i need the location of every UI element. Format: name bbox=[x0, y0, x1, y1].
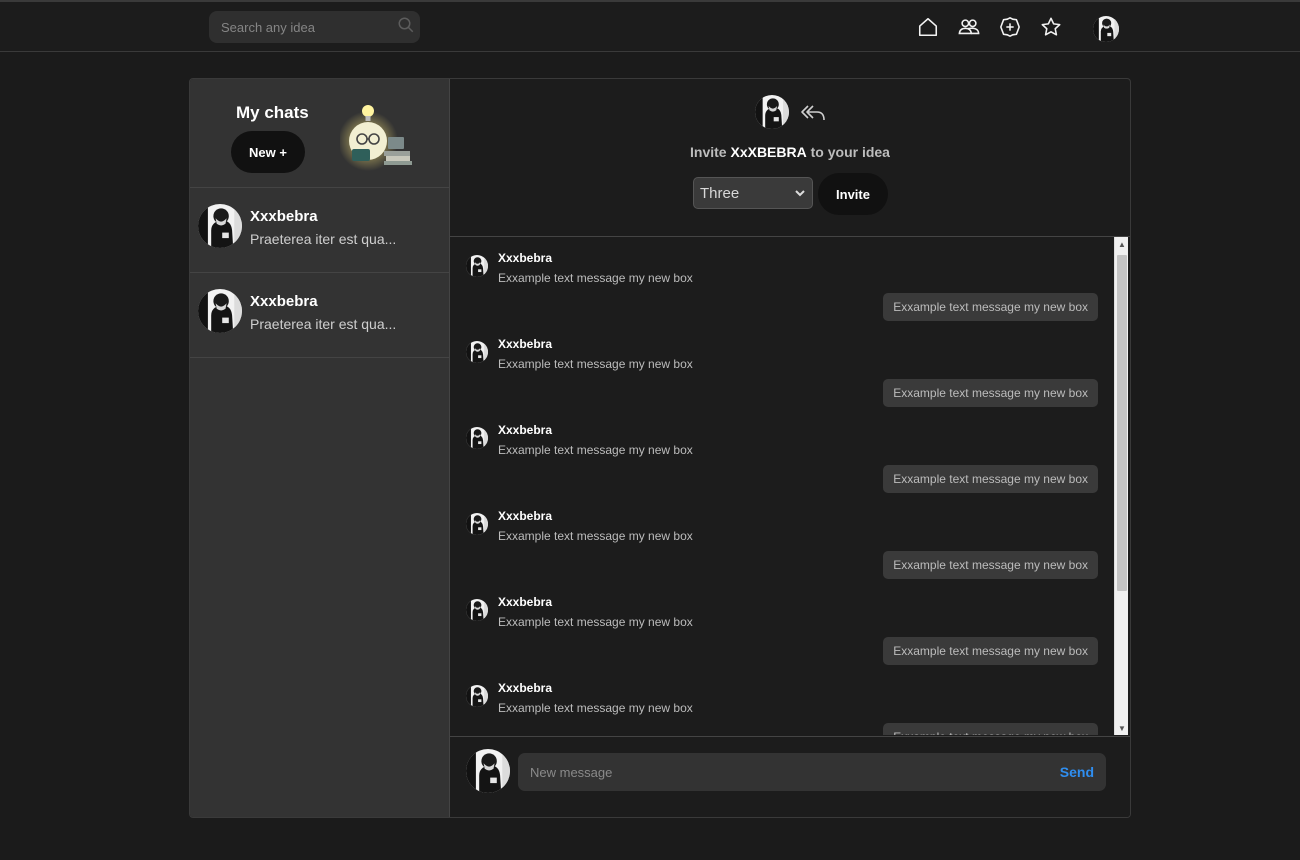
message-bubble: Exxample text message my new box bbox=[883, 379, 1098, 407]
search-bar[interactable] bbox=[209, 11, 420, 43]
top-navbar bbox=[0, 0, 1300, 52]
chat-preview: Praeterea iter est qua... bbox=[250, 231, 397, 247]
search-input[interactable] bbox=[221, 19, 397, 35]
chat-name: Xxxbebra bbox=[250, 293, 318, 310]
chat-preview: Praeterea iter est qua... bbox=[250, 316, 397, 332]
search-icon[interactable] bbox=[397, 16, 415, 39]
message-bubble: Exxample text message my new box bbox=[883, 723, 1098, 735]
chats-sidebar: My chats New + Xxxbebra Praeterea iter e… bbox=[190, 79, 450, 817]
incoming-message: Xxxbebra Exxample text message my new box bbox=[450, 495, 1114, 547]
my-chats-title: My chats bbox=[236, 103, 309, 122]
message-sender: Xxxbebra bbox=[498, 423, 553, 437]
message-sender: Xxxbebra bbox=[498, 251, 553, 265]
outgoing-message: Exxample text message my new box bbox=[450, 719, 1114, 735]
chat-list-item[interactable]: Xxxbebra Praeterea iter est qua... bbox=[190, 188, 449, 273]
message-text: Exxample text message my new box bbox=[498, 529, 693, 543]
message-list[interactable]: Xxxbebra Exxample text message my new box… bbox=[450, 237, 1130, 735]
incoming-message: Xxxbebra Exxample text message my new box bbox=[450, 237, 1114, 289]
message-avatar bbox=[466, 685, 488, 707]
chat-name: Xxxbebra bbox=[250, 208, 318, 225]
message-text: Exxample text message my new box bbox=[498, 443, 693, 457]
incoming-message: Xxxbebra Exxample text message my new box bbox=[450, 323, 1114, 375]
chat-avatar bbox=[198, 204, 242, 248]
message-text: Exxample text message my new box bbox=[498, 701, 693, 715]
message-avatar bbox=[466, 513, 488, 535]
star-icon[interactable] bbox=[1040, 16, 1062, 38]
message-text: Exxample text message my new box bbox=[498, 615, 693, 629]
add-circle-icon[interactable] bbox=[999, 16, 1021, 38]
chat-card: My chats New + Xxxbebra Praeterea iter e… bbox=[189, 78, 1131, 818]
message-avatar bbox=[466, 255, 488, 277]
profile-avatar[interactable] bbox=[1093, 16, 1119, 42]
scroll-down-arrow-icon[interactable]: ▼ bbox=[1115, 721, 1129, 735]
message-avatar bbox=[466, 427, 488, 449]
outgoing-message: Exxample text message my new box bbox=[450, 289, 1114, 323]
message-bubble: Exxample text message my new box bbox=[883, 551, 1098, 579]
message-list-inner: Xxxbebra Exxample text message my new box… bbox=[450, 237, 1114, 735]
outgoing-message: Exxample text message my new box bbox=[450, 461, 1114, 495]
message-text: Exxample text message my new box bbox=[498, 271, 693, 285]
chat-panel: Invite XxXBEBRA to your idea Three Invit… bbox=[450, 79, 1130, 817]
outgoing-message: Exxample text message my new box bbox=[450, 547, 1114, 581]
new-message-input[interactable] bbox=[530, 764, 1060, 780]
scroll-up-arrow-icon[interactable]: ▲ bbox=[1115, 237, 1129, 251]
idea-select[interactable]: Three bbox=[693, 177, 813, 209]
chevron-down-icon bbox=[795, 190, 805, 197]
message-sender: Xxxbebra bbox=[498, 595, 553, 609]
message-text: Exxample text message my new box bbox=[498, 357, 693, 371]
message-bubble: Exxample text message my new box bbox=[883, 465, 1098, 493]
invite-username: XxXBEBRA bbox=[730, 144, 807, 160]
incoming-message: Xxxbebra Exxample text message my new box bbox=[450, 409, 1114, 461]
incoming-message: Xxxbebra Exxample text message my new box bbox=[450, 581, 1114, 633]
reply-all-icon[interactable] bbox=[800, 103, 826, 123]
outgoing-message: Exxample text message my new box bbox=[450, 375, 1114, 409]
incoming-message: Xxxbebra Exxample text message my new box bbox=[450, 667, 1114, 719]
chat-list-item[interactable]: Xxxbebra Praeterea iter est qua... bbox=[190, 273, 449, 358]
invite-prefix: Invite bbox=[690, 144, 727, 160]
invite-text: Invite XxXBEBRA to your idea bbox=[450, 144, 1130, 160]
idea-select-value: Three bbox=[700, 184, 740, 202]
message-avatar bbox=[466, 599, 488, 621]
message-sender: Xxxbebra bbox=[498, 509, 553, 523]
message-bubble: Exxample text message my new box bbox=[883, 293, 1098, 321]
composer-avatar bbox=[466, 749, 510, 793]
message-bubble: Exxample text message my new box bbox=[883, 637, 1098, 665]
send-button[interactable]: Send bbox=[1060, 764, 1094, 780]
composer-field[interactable]: Send bbox=[518, 753, 1106, 791]
chat-avatar bbox=[198, 289, 242, 333]
users-icon[interactable] bbox=[958, 16, 980, 38]
message-composer: Send bbox=[450, 736, 1130, 817]
chat-header: Invite XxXBEBRA to your idea Three Invit… bbox=[450, 79, 1130, 237]
home-icon[interactable] bbox=[917, 16, 939, 38]
scroll-thumb[interactable] bbox=[1117, 255, 1127, 591]
invite-suffix: to your idea bbox=[810, 144, 890, 160]
message-sender: Xxxbebra bbox=[498, 681, 553, 695]
lightbulb-mascot-icon bbox=[340, 105, 412, 171]
message-avatar bbox=[466, 341, 488, 363]
message-scrollbar[interactable]: ▲ ▼ bbox=[1114, 237, 1128, 735]
header-avatar[interactable] bbox=[755, 95, 789, 129]
sidebar-header: My chats New + bbox=[190, 79, 449, 188]
message-sender: Xxxbebra bbox=[498, 337, 553, 351]
invite-button[interactable]: Invite bbox=[818, 173, 888, 215]
new-chat-button[interactable]: New + bbox=[231, 131, 305, 173]
outgoing-message: Exxample text message my new box bbox=[450, 633, 1114, 667]
